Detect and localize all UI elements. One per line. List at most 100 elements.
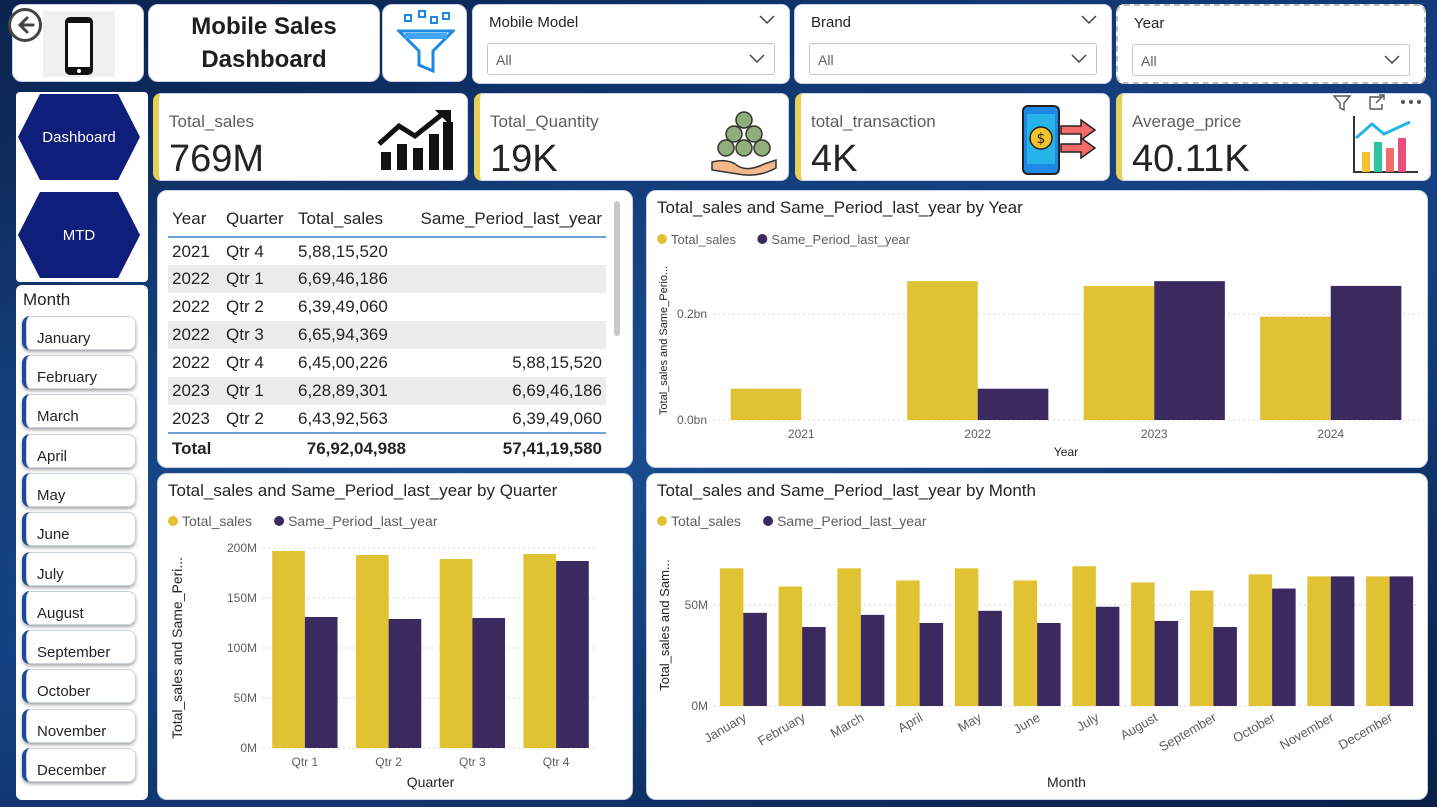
legend-marker [763,516,774,526]
chart-by-month-svg: Total_sales and Same_Period_last_year by… [657,481,1419,790]
x-tick-label: October [1230,709,1278,745]
year-dropdown[interactable]: All [1132,44,1410,76]
y-tick-label: 0.0bn [677,413,707,427]
kpi-label: total_transaction [811,112,936,131]
bar [1154,281,1225,420]
chevron-down-icon [1384,55,1400,65]
filter-icon[interactable] [1332,94,1352,112]
table-cell: 2023 [168,377,222,405]
table-cell: 2022 [172,297,210,316]
legend-label: Total_sales [182,513,252,529]
month-label: January [37,330,91,347]
table-row: 2022 Qtr 3 6,65,94,369 [168,321,606,349]
x-tick-label: December [1336,709,1396,752]
table-row: 2022 Qtr 4 6,45,00,226 5,88,15,520 [168,349,606,377]
table-cell: 5,88,15,520 [298,241,388,261]
bar [1131,582,1155,706]
bar [719,568,744,706]
month-label: August [37,605,84,622]
x-tick-label: 2023 [1141,427,1168,441]
mobile-model-slicer[interactable]: Mobile Model All [472,4,790,84]
y-tick-label: 0M [691,699,708,713]
column-header[interactable]: Same_Period_last_year [410,201,606,238]
table-cell: Qtr 2 [226,297,264,316]
month-button-july[interactable]: July [22,552,136,586]
month-button-february[interactable]: February [22,355,136,389]
chart-up-icon [377,110,453,170]
bar [1366,576,1390,706]
bar [1330,576,1355,706]
back-button[interactable] [8,8,42,42]
legend-marker [274,516,285,526]
table-cell: Qtr 1 [222,265,294,293]
table-row: 2023 Qtr 2 6,43,92,563 6,39,49,060 [168,405,606,433]
month-button-may[interactable]: May [22,473,136,507]
x-tick-label: May [955,709,984,735]
bar [355,555,389,748]
more-options-icon[interactable] [1400,98,1422,106]
table-cell: 6,39,49,060 [512,408,602,428]
table-cell [410,293,606,321]
filter-funnel-icon [397,10,455,74]
chevron-down-icon[interactable] [1081,15,1097,25]
bar [1260,316,1331,420]
month-button-october[interactable]: October [22,669,136,703]
column-header[interactable]: Total_sales [294,201,410,238]
slicer-label: Mobile Model [489,14,579,31]
bar [1189,590,1214,706]
month-button-june[interactable]: June [22,512,136,546]
month-button-september[interactable]: September [22,630,136,664]
x-tick-label: 2024 [1317,427,1344,441]
sales-table-card: Year Quarter Total_sales Same_Period_las… [157,190,633,468]
table-cell: 6,28,89,301 [294,377,410,405]
dashboard-title-card: Mobile Sales Dashboard [148,4,380,82]
brand-slicer[interactable]: Brand All [794,4,1112,84]
x-tick-label: January [701,709,749,745]
month-label: July [37,566,64,583]
table-row: 2022 Qtr 1 6,69,46,186 [168,265,606,293]
table-cell [410,265,606,293]
legend-marker [657,516,667,526]
kpi-card-total-sales: Total_sales 769M [153,93,468,181]
table-total-row: Total 76,92,04,988 57,41,19,580 [168,432,606,463]
x-tick-label: Qtr 4 [543,755,570,769]
month-button-january[interactable]: January [22,316,136,350]
year-slicer[interactable]: Year All [1116,4,1426,84]
bar [1272,588,1296,706]
mtd-nav-button[interactable]: MTD [18,192,140,278]
bar [954,568,979,706]
month-label: March [37,408,79,425]
mobile-model-dropdown[interactable]: All [487,43,775,75]
brand-dropdown[interactable]: All [809,43,1097,75]
y-axis-title: Total_sales and Sam... [657,559,672,691]
slicer-label: Year [1134,15,1165,32]
x-tick-label: Qtr 1 [292,755,319,769]
column-header[interactable]: Quarter [222,201,294,238]
kpi-label: Total_Quantity [490,112,599,131]
chart-title: Total_sales and Same_Period_last_year by… [657,198,1023,217]
month-button-august[interactable]: August [22,591,136,625]
bar [1154,620,1179,706]
dropdown-value: All [496,52,512,68]
chevron-down-icon[interactable] [759,15,775,25]
kpi-card-total-transaction: total_transaction 4K $ [795,93,1110,181]
column-header[interactable]: Year [168,201,222,238]
kpi-value: 4K [811,138,858,180]
y-tick-label: 50M [685,598,708,612]
filter-funnel-card[interactable] [382,4,467,82]
legend-label: Same_Period_last_year [771,232,910,247]
x-tick-label: September [1156,709,1219,754]
month-button-march[interactable]: March [22,394,136,428]
focus-mode-icon[interactable] [1367,94,1387,112]
month-button-april[interactable]: April [22,434,136,468]
table-scrollbar[interactable] [614,201,620,336]
table-row: 2022 Qtr 2 6,39,49,060 [168,293,606,321]
page-title: Mobile Sales Dashboard [191,13,337,73]
month-button-november[interactable]: November [22,709,136,743]
month-button-december[interactable]: December [22,748,136,782]
dashboard-nav-button[interactable]: Dashboard [18,94,140,180]
bar [523,554,557,748]
chevron-down-icon [749,54,765,64]
bar [1307,576,1331,706]
bar [1037,622,1061,706]
